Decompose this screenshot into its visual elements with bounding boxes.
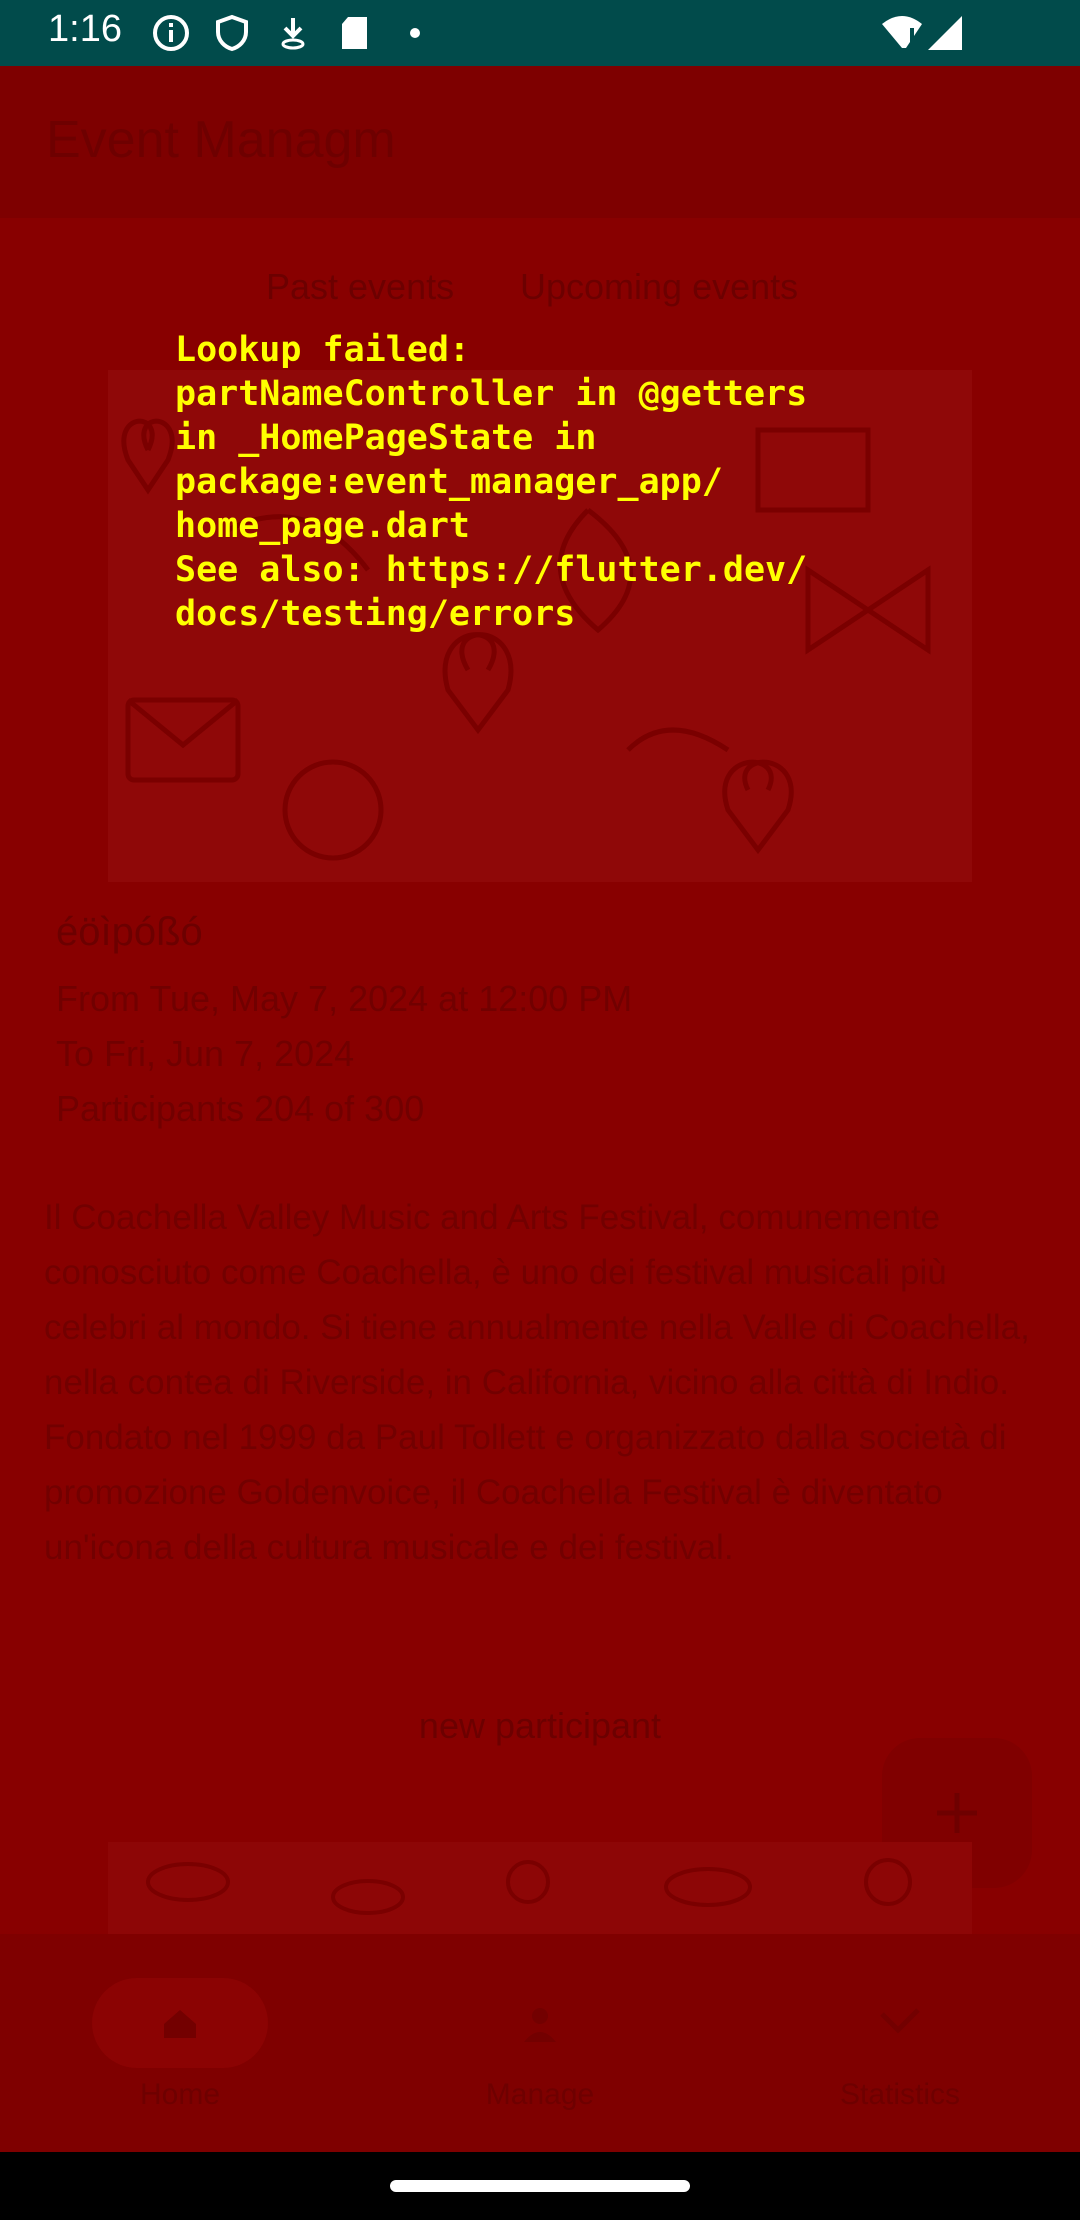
nav-home-indicator bbox=[92, 1978, 268, 2068]
signal-icon bbox=[928, 16, 962, 50]
system-navigation-bar bbox=[0, 2152, 1080, 2220]
event-description: Il Coachella Valley Music and Arts Festi… bbox=[44, 1198, 1030, 1567]
nav-manage-label: Manage bbox=[485, 2078, 595, 2111]
home-icon bbox=[164, 2010, 196, 2038]
tab-past-events[interactable]: Past events bbox=[266, 266, 454, 308]
bottom-navigation: Home Manage Statistics bbox=[0, 1934, 1080, 2152]
secondary-event-image bbox=[108, 1842, 972, 1934]
event-start-date: From Tue, May 7, 2024 at 12:00 PM bbox=[56, 978, 633, 1019]
event-title: éöìpóßó bbox=[56, 910, 203, 954]
nav-home[interactable]: Home bbox=[0, 1934, 360, 2152]
nav-home-label: Home bbox=[139, 2078, 221, 2111]
tab-upcoming-events[interactable]: Upcoming events bbox=[520, 266, 798, 308]
status-time: 1:16 bbox=[48, 8, 122, 50]
event-participants: Participants 204 of 300 bbox=[56, 1088, 425, 1129]
doodle-pattern-strip bbox=[146, 1858, 912, 1915]
chart-icon bbox=[880, 2008, 920, 2034]
shield-icon bbox=[216, 14, 248, 52]
nav-statistics-label: Statistics bbox=[839, 2078, 961, 2111]
nav-manage[interactable]: Manage bbox=[360, 1934, 720, 2152]
status-bar: 1:16 bbox=[0, 0, 1080, 66]
person-icon bbox=[524, 2008, 556, 2042]
wifi-icon bbox=[882, 16, 922, 48]
app-bar: Event Managm bbox=[0, 66, 1080, 218]
error-message: Lookup failed: partNameController in @ge… bbox=[175, 330, 808, 634]
app-title: Event Managm bbox=[46, 111, 396, 169]
dot-icon bbox=[410, 28, 420, 38]
sd-card-icon bbox=[342, 17, 367, 49]
event-end-date: To Fri, Jun 7, 2024 bbox=[56, 1033, 355, 1074]
info-icon bbox=[153, 15, 189, 51]
home-gesture-indicator[interactable] bbox=[390, 2180, 690, 2192]
download-icon bbox=[281, 18, 305, 50]
nav-statistics[interactable]: Statistics bbox=[720, 1934, 1080, 2152]
